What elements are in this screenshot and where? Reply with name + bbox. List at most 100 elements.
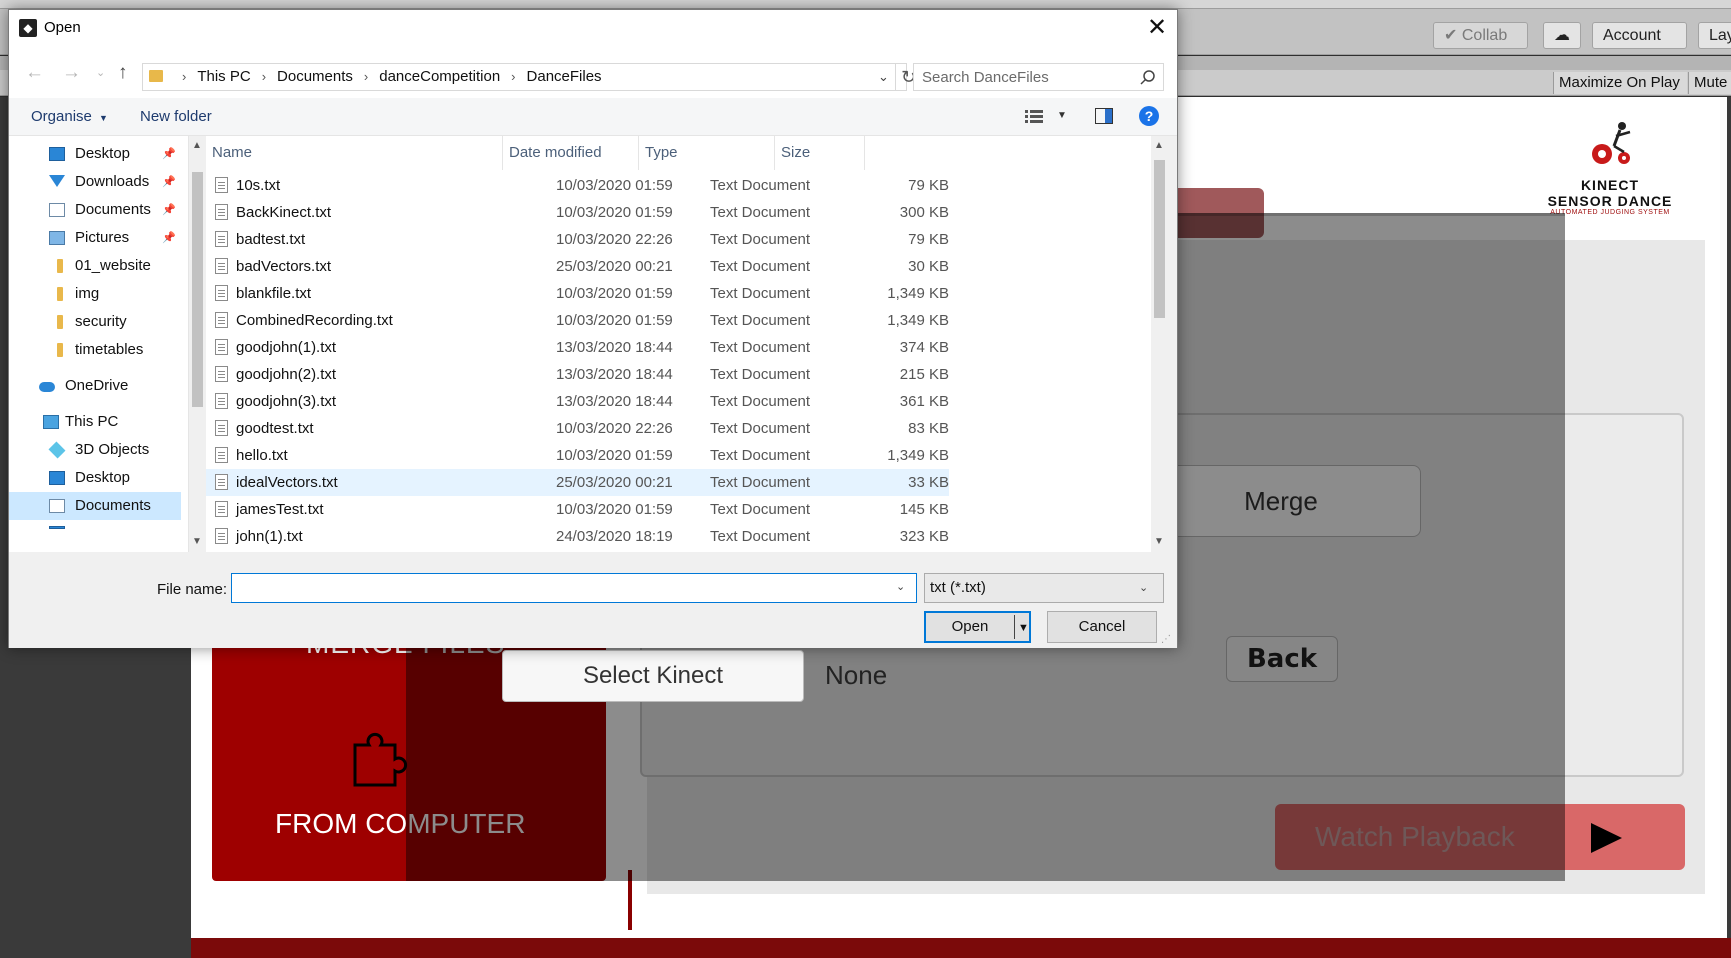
file-type: Text Document (710, 501, 811, 518)
chevron-down-icon[interactable]: ⌄ (896, 580, 905, 593)
select-kinect-button[interactable]: Select Kinect (502, 650, 804, 702)
sidebar-item-security[interactable]: security (9, 308, 181, 336)
file-size: 145 KB (899, 501, 949, 518)
file-type-select[interactable]: txt (*.txt) ⌄ (924, 573, 1164, 603)
sidebar-item-desktop-2[interactable]: Desktop (9, 464, 181, 492)
close-button[interactable]: ✕ (1139, 14, 1175, 44)
column-headers: ^ Name Date modified Type Size (206, 136, 1151, 170)
download-icon (49, 175, 65, 187)
mute-audio-toggle[interactable]: Mute (1688, 72, 1731, 94)
sidebar-item-documents-2[interactable]: Documents (9, 492, 181, 520)
maximize-on-play-toggle[interactable]: Maximize On Play (1553, 72, 1687, 94)
breadcrumb-item[interactable]: danceCompetition (379, 68, 500, 85)
chevron-right-icon[interactable]: › (511, 69, 515, 84)
navigation-pane: Desktop 📌 Downloads 📌 Documents 📌 Pictur… (9, 136, 189, 552)
text-file-icon (215, 420, 228, 436)
this-pc-icon (43, 415, 59, 429)
collab-label: Collab (1461, 27, 1508, 44)
chevron-right-icon[interactable]: › (262, 69, 266, 84)
file-date-modified: 10/03/2020 01:59 (556, 447, 673, 464)
scrollbar-thumb[interactable] (192, 172, 203, 407)
file-type: Text Document (710, 258, 811, 275)
file-row[interactable]: blankfile.txt 10/03/2020 01:59 Text Docume… (206, 280, 949, 307)
gears-dancer-icon (1592, 122, 1631, 164)
sidebar-item-3d-objects[interactable]: 3D Objects (9, 436, 181, 464)
column-header-name[interactable]: Name (206, 136, 503, 170)
collab-button[interactable]: ✔ Collab ▼ (1433, 22, 1528, 68)
sidebar-item-01-website[interactable]: 01_website (9, 252, 181, 280)
view-options-icon[interactable] (1025, 109, 1043, 125)
sidebar-item-documents[interactable]: Documents 📌 (9, 196, 181, 224)
sidebar-item-downloads[interactable]: Downloads 📌 (9, 168, 181, 196)
play-icon[interactable] (1591, 823, 1622, 853)
breadcrumb-item[interactable]: DanceFiles (527, 68, 602, 85)
sidebar-item-partial[interactable] (9, 520, 181, 548)
navigation-scrollbar[interactable]: ▲ ▼ (189, 136, 206, 552)
preview-pane-icon[interactable] (1095, 108, 1113, 124)
recent-locations-chevron-icon[interactable]: ⌄ (96, 66, 105, 79)
dialog-title-bar[interactable]: ◆ Open ✕ (9, 10, 1177, 48)
sidebar-item-desktop[interactable]: Desktop 📌 (9, 140, 181, 168)
account-button[interactable]: Account ▼ (1592, 22, 1687, 68)
column-header-date[interactable]: Date modified (503, 136, 639, 170)
scroll-up-icon[interactable]: ▲ (1154, 140, 1164, 151)
sidebar-item-onedrive[interactable]: OneDrive (9, 372, 181, 400)
sidebar-item-label: timetables (75, 341, 144, 358)
breadcrumb-item[interactable]: This PC (197, 68, 250, 85)
scroll-down-icon[interactable]: ▼ (192, 536, 202, 547)
back-arrow-icon[interactable]: ← (25, 62, 44, 84)
file-row[interactable]: badVectors.txt 25/03/2020 00:21 Text Docum… (206, 253, 949, 280)
file-name-input[interactable] (232, 574, 882, 602)
open-options-chevron-icon[interactable]: ▼ (1018, 614, 1029, 642)
text-file-icon (215, 312, 228, 328)
sidebar-item-pictures[interactable]: Pictures 📌 (9, 224, 181, 252)
cancel-button[interactable]: Cancel (1047, 611, 1157, 643)
scroll-down-icon[interactable]: ▼ (1154, 536, 1164, 547)
open-button[interactable]: Open ▼ (924, 611, 1031, 643)
file-name: CombinedRecording.txt (236, 312, 393, 329)
scrollbar-thumb[interactable] (1154, 160, 1165, 318)
file-row[interactable]: 10s.txt 10/03/2020 01:59 Text Document 79 K… (206, 172, 949, 199)
file-row[interactable]: CombinedRecording.txt 10/03/2020 01:59 Tex… (206, 307, 949, 334)
forward-arrow-icon[interactable]: → (62, 62, 81, 84)
cloud-button[interactable]: ☁ (1543, 22, 1581, 49)
file-date-modified: 13/03/2020 18:44 (556, 393, 673, 410)
file-name: 10s.txt (236, 177, 281, 194)
file-row[interactable]: john(1).txt 24/03/2020 18:19 Text Document… (206, 523, 949, 550)
file-name: BackKinect.txt (236, 204, 332, 221)
search-icon[interactable] (1138, 68, 1158, 88)
layout-button[interactable]: Lay (1698, 22, 1731, 49)
address-history-chevron-icon[interactable]: ⌄ (878, 69, 889, 85)
breadcrumb-item[interactable]: Documents (277, 68, 353, 85)
organise-button[interactable]: Organise ▼ (31, 108, 108, 125)
file-row[interactable]: goodjohn(2).txt 13/03/2020 18:44 Text Docu… (206, 361, 949, 388)
address-bar[interactable]: › This PC › Documents › danceCompetition › Danc… (142, 63, 916, 91)
file-row[interactable]: jamesTest.txt 10/03/2020 01:59 Text Docume… (206, 496, 949, 523)
search-input[interactable] (914, 64, 1134, 90)
up-arrow-icon[interactable]: ↑ (118, 62, 128, 84)
file-list-scrollbar[interactable]: ▲ ▼ (1151, 136, 1168, 552)
sidebar-item-timetables[interactable]: timetables (9, 336, 181, 364)
help-icon[interactable]: ? (1139, 106, 1159, 126)
file-row[interactable]: badtest.txt 10/03/2020 22:26 Text Document… (206, 226, 949, 253)
text-file-icon (215, 177, 228, 193)
column-header-size[interactable]: Size (775, 136, 865, 170)
view-chevron-down-icon[interactable]: ▼ (1057, 110, 1067, 121)
sidebar-item-img[interactable]: img (9, 280, 181, 308)
file-row[interactable]: hello.txt 10/03/2020 01:59 Text Document 1,… (206, 442, 949, 469)
chevron-right-icon[interactable]: › (364, 69, 368, 84)
file-type: Text Document (710, 285, 811, 302)
sidebar-item-this-pc[interactable]: This PC (9, 408, 181, 436)
file-row[interactable]: goodjohn(3).txt 13/03/2020 18:44 Text Docu… (206, 388, 949, 415)
new-folder-button[interactable]: New folder (140, 108, 212, 125)
file-date-modified: 25/03/2020 00:21 (556, 258, 673, 275)
scroll-up-icon[interactable]: ▲ (192, 140, 202, 151)
sidebar-item-label: 3D Objects (75, 441, 150, 458)
file-row[interactable]: idealVectors.txt 25/03/2020 00:21 Text Doc… (206, 469, 949, 496)
resize-grip-icon[interactable]: ⋰ (1161, 634, 1171, 645)
file-row[interactable]: goodjohn(1).txt 13/03/2020 18:44 Text Docu… (206, 334, 949, 361)
file-row[interactable]: BackKinect.txt 10/03/2020 01:59 Text Docum… (206, 199, 949, 226)
file-row[interactable]: goodtest.txt 10/03/2020 22:26 Text Documen… (206, 415, 949, 442)
text-file-icon (215, 285, 228, 301)
column-header-type[interactable]: Type (639, 136, 775, 170)
